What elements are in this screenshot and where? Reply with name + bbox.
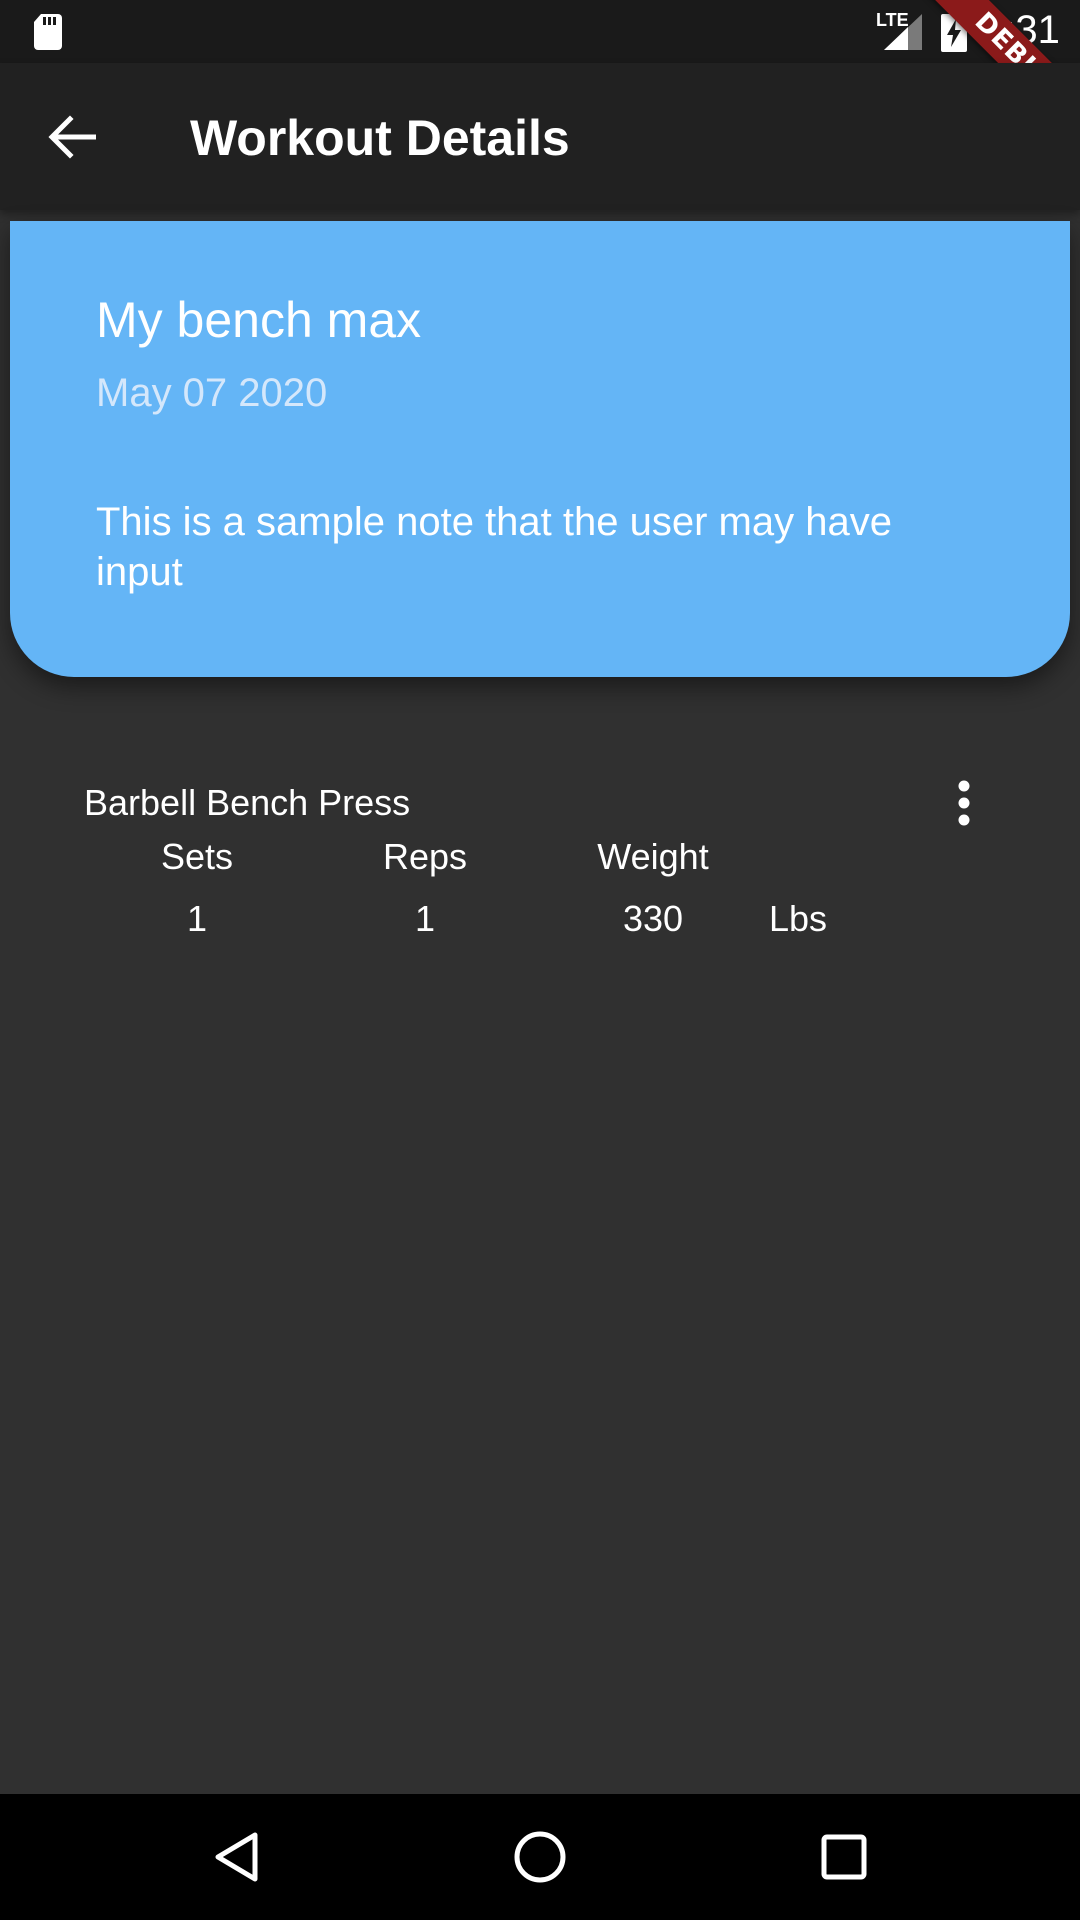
screen: LTE 1:31 DEBUG Workout Details My bench …: [0, 0, 1080, 1920]
sets-value: 1: [186, 898, 208, 939]
exercise-menu-button[interactable]: [940, 770, 988, 836]
workout-date: May 07 2020: [96, 371, 328, 415]
exercise-name: Barbell Bench Press: [84, 782, 411, 823]
signal-icon: [884, 14, 922, 50]
arrow-back-icon: [48, 115, 96, 159]
app-bar: Workout Details: [0, 63, 1080, 210]
reps-value: 1: [414, 898, 436, 939]
sd-card-icon: [34, 14, 62, 50]
weight-header: Weight: [597, 836, 709, 877]
status-bar: LTE 1:31: [0, 0, 1080, 63]
nav-back-icon: [215, 1832, 258, 1882]
sets-header: Sets: [160, 836, 234, 877]
page-title: Workout Details: [190, 110, 570, 166]
battery-charging-icon: [941, 10, 967, 52]
weight-unit: Lbs: [768, 898, 828, 939]
workout-title: My bench max: [96, 292, 422, 348]
nav-recents-icon: [821, 1834, 867, 1880]
navigation-bar: [0, 1794, 1080, 1920]
nav-home-icon: [514, 1831, 566, 1883]
nav-home-button[interactable]: [500, 1824, 580, 1890]
nav-recents-button[interactable]: [804, 1824, 884, 1890]
workout-note: This is a sample note that the user may …: [96, 500, 892, 594]
back-button[interactable]: [30, 101, 114, 173]
workout-card: My bench max May 07 2020 This is a sampl…: [10, 221, 1070, 677]
more-vert-icon: [958, 780, 970, 826]
reps-header: Reps: [382, 836, 468, 877]
status-time: 1:31: [982, 8, 1060, 52]
nav-back-button[interactable]: [196, 1824, 276, 1890]
